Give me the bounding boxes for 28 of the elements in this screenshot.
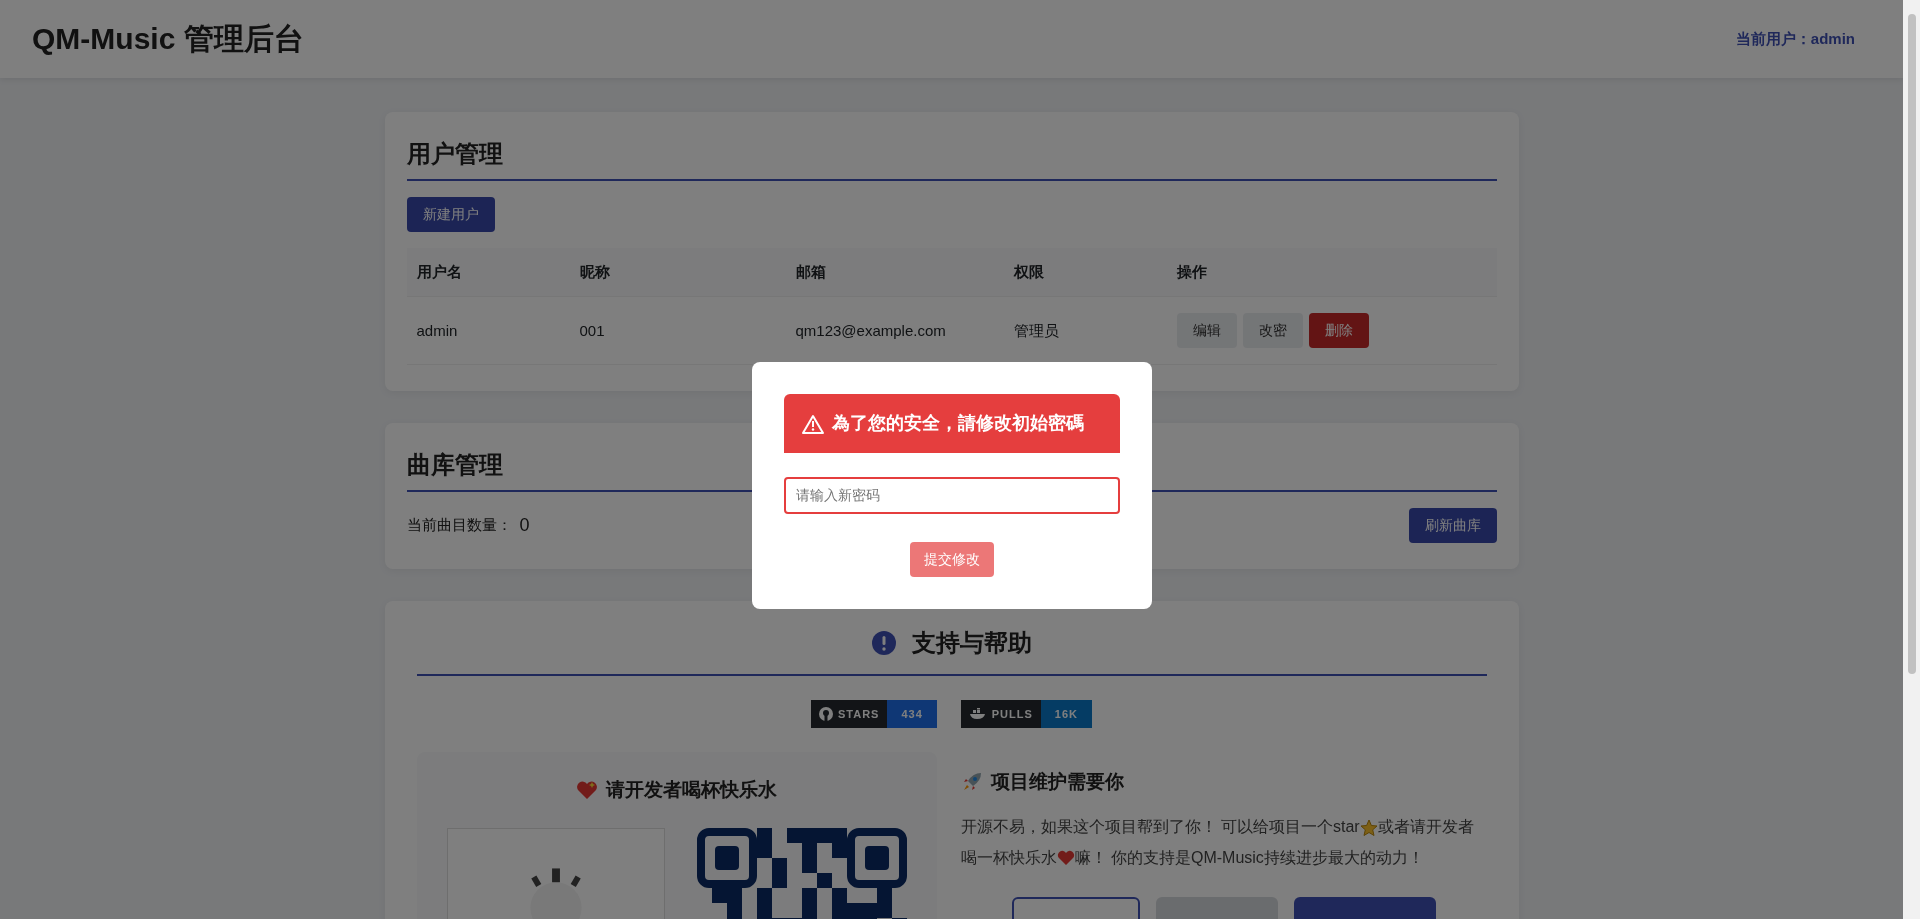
maintain-title: 项目维护需要你: [990, 769, 1124, 794]
count-label: 当前曲目数量：: [406, 515, 512, 536]
github-icon: [818, 706, 833, 721]
info-icon: [871, 631, 896, 656]
current-user: 当前用户：admin: [1735, 28, 1855, 49]
paragraph-text: 嘛！ 你的支持是QM-Music持续进步最大的动力！: [1074, 847, 1424, 868]
heart-icon: [576, 780, 598, 801]
warning-text: 為了您的安全，請修改初始密碼: [831, 412, 1084, 435]
paragraph-text: 或者请开发者: [1377, 817, 1474, 838]
app-title: QM-Music 管理后台: [32, 21, 304, 57]
paragraph-text: 开源不易，如果这个项目帮到了你！ 可以给项目一个star: [960, 817, 1360, 838]
track-count: 0: [519, 514, 530, 538]
delete-button[interactable]: 删除: [1308, 313, 1369, 349]
paragraph-text: 喝一杯快乐水: [960, 847, 1057, 868]
scrollbar[interactable]: [1903, 0, 1920, 919]
action-button[interactable]: 编辑: [1176, 313, 1237, 349]
star-icon: [1359, 818, 1378, 837]
action-button[interactable]: 改密: [1242, 313, 1303, 349]
scrollbar-thumb[interactable]: [1907, 14, 1916, 674]
section-title: 支持与帮助: [911, 629, 1032, 658]
warning-icon: [801, 413, 824, 434]
section-title: 用户管理: [406, 140, 1497, 181]
new-user-button[interactable]: 新建用户: [406, 196, 495, 232]
table-cell: admin: [406, 296, 570, 365]
donate-title: 请开发者喝杯快乐水: [606, 777, 777, 802]
whale-icon: [968, 707, 987, 720]
heart-icon: [1056, 849, 1075, 866]
refresh-button[interactable]: 刷新曲库: [1408, 508, 1497, 544]
